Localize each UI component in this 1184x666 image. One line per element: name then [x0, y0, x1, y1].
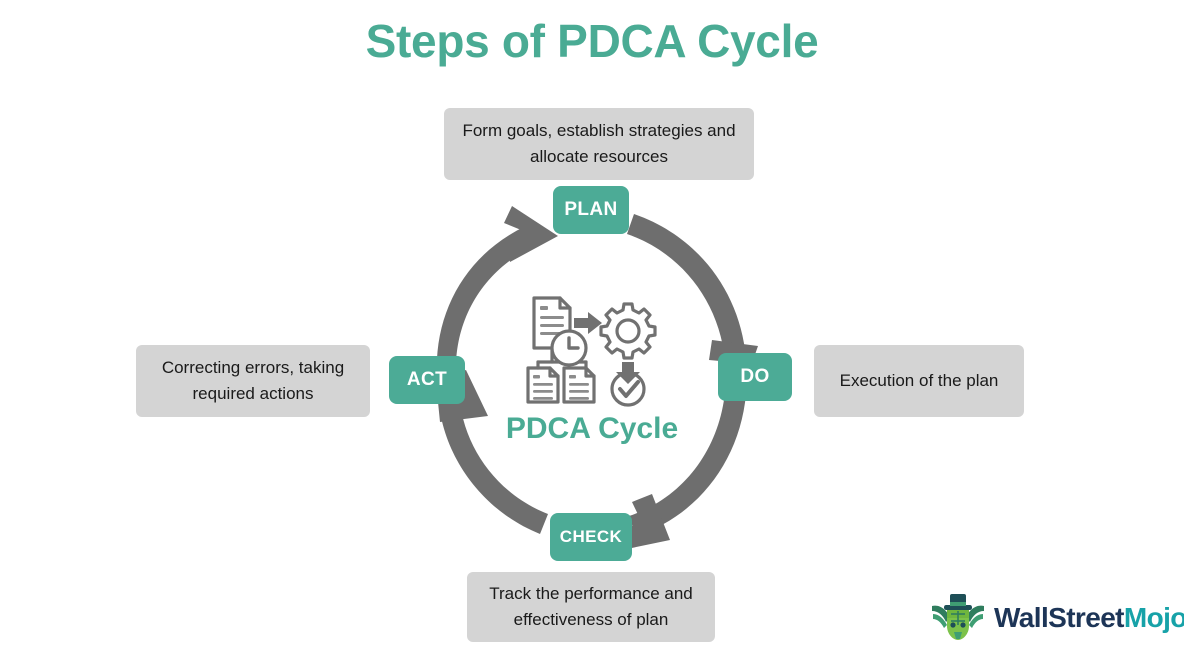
brand-name-primary: WallStreet: [994, 602, 1124, 633]
stage-badge-do-label: DO: [740, 366, 770, 387]
brand-wordmark: WallStreetMojo: [994, 602, 1184, 634]
stage-badge-plan-label: PLAN: [564, 199, 618, 220]
stage-badge-check[interactable]: CHECK: [550, 513, 632, 561]
description-act-text: Correcting errors, taking required actio…: [161, 357, 345, 403]
center-label: PDCA Cycle: [505, 412, 679, 445]
stage-badge-check-label: CHECK: [559, 527, 623, 546]
pdca-cycle-infographic: Steps of PDCA Cycle PLAN DO CHECK ACT Fo…: [0, 0, 1184, 666]
bull-mascot-logo-icon: [932, 594, 984, 640]
stage-badge-act[interactable]: ACT: [389, 356, 465, 404]
brand-logo[interactable]: WallStreetMojo: [930, 592, 1184, 644]
description-box-plan: Form goals, establish strategies and all…: [444, 108, 754, 180]
process-workflow-icon: [526, 296, 657, 407]
description-do-text: Execution of the plan: [839, 370, 999, 390]
clock-icon: [550, 329, 588, 367]
description-plan-text: Form goals, establish strategies and all…: [462, 120, 736, 166]
description-box-check: Track the performance and effectiveness …: [467, 572, 715, 642]
stage-badge-act-label: ACT: [406, 369, 448, 390]
description-box-act: Correcting errors, taking required actio…: [136, 345, 370, 417]
stage-badge-plan[interactable]: PLAN: [553, 186, 629, 234]
description-box-do: Execution of the plan: [814, 345, 1024, 417]
page-title: Steps of PDCA Cycle: [365, 15, 819, 67]
stage-badge-do[interactable]: DO: [718, 353, 792, 401]
description-check-text: Track the performance and effectiveness …: [489, 583, 693, 629]
brand-name-secondary: Mojo: [1123, 602, 1184, 633]
